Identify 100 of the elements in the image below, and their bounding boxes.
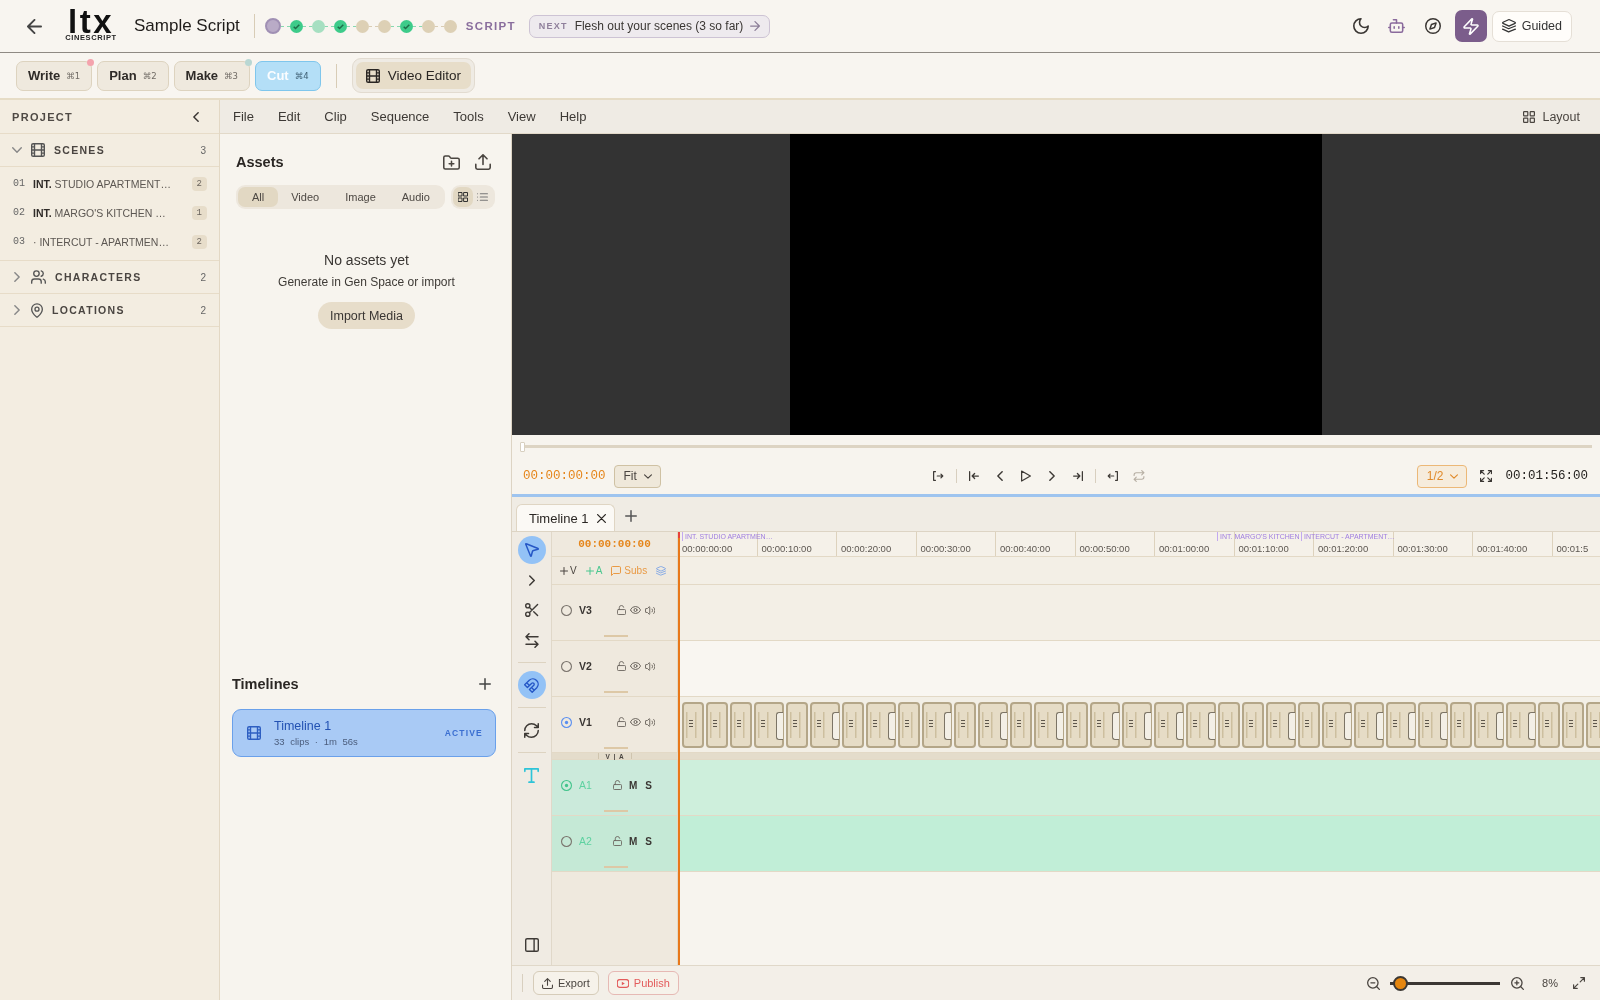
- export-button[interactable]: Export: [533, 971, 599, 995]
- video-editor-button[interactable]: Video Editor: [355, 62, 471, 89]
- lock-icon[interactable]: [613, 836, 622, 846]
- quick-action-button[interactable]: [1454, 10, 1487, 42]
- filter-tab[interactable]: Video: [278, 187, 333, 207]
- mute-button[interactable]: M: [629, 835, 638, 847]
- mode-tab[interactable]: Make ⌘3: [173, 60, 251, 91]
- timeline-card[interactable]: Timeline 1 33 clips · 1m 56s ACTIVE: [232, 709, 496, 757]
- target-circle-icon[interactable]: [561, 716, 572, 728]
- video-clip[interactable]: [1242, 701, 1264, 748]
- menu-item[interactable]: Sequence: [358, 99, 442, 134]
- step-dot-icon[interactable]: [311, 19, 325, 33]
- video-clip[interactable]: [730, 701, 752, 748]
- video-clip[interactable]: [1386, 701, 1416, 748]
- speaker-icon[interactable]: [645, 661, 655, 671]
- menu-item[interactable]: File: [220, 99, 266, 134]
- select-tool-button[interactable]: [517, 536, 546, 564]
- video-clip[interactable]: [1506, 701, 1536, 748]
- video-clip[interactable]: [1450, 701, 1472, 748]
- speaker-icon[interactable]: [645, 717, 655, 727]
- video-clip[interactable]: [1322, 701, 1352, 748]
- track-resize-handle[interactable]: [604, 747, 628, 749]
- step-dot-icon[interactable]: [355, 19, 369, 33]
- step-dot-icon[interactable]: [264, 18, 281, 34]
- mode-tab[interactable]: Cut ⌘4: [255, 60, 321, 91]
- menu-item[interactable]: Help: [547, 99, 599, 134]
- layout-button[interactable]: Layout: [1523, 109, 1580, 124]
- check-circle-icon[interactable]: [289, 19, 303, 33]
- video-clip[interactable]: [706, 701, 728, 748]
- video-clip[interactable]: [898, 701, 920, 748]
- video-clip[interactable]: [1562, 701, 1584, 748]
- video-clip[interactable]: [1090, 701, 1120, 748]
- track-resize-handle[interactable]: [604, 810, 628, 812]
- eye-icon[interactable]: [630, 718, 641, 726]
- add-video-track-button[interactable]: V: [560, 565, 577, 576]
- video-clip[interactable]: [842, 701, 864, 748]
- target-circle-icon[interactable]: [561, 660, 572, 672]
- filter-tab[interactable]: Image: [332, 187, 389, 207]
- video-clip[interactable]: [954, 701, 976, 748]
- video-clip[interactable]: [1154, 701, 1184, 748]
- filter-tab[interactable]: All: [238, 187, 279, 207]
- filter-tab[interactable]: Audio: [388, 187, 443, 207]
- video-clip[interactable]: [1186, 701, 1216, 748]
- step-dot-icon[interactable]: [443, 19, 457, 33]
- target-circle-icon[interactable]: [561, 604, 572, 616]
- mute-button[interactable]: M: [629, 779, 638, 791]
- check-circle-icon[interactable]: [399, 19, 413, 33]
- lock-icon[interactable]: [617, 661, 626, 671]
- lock-icon[interactable]: [617, 717, 626, 727]
- video-clip[interactable]: [754, 701, 784, 748]
- video-clip[interactable]: [1218, 701, 1240, 748]
- timeline-tab[interactable]: Timeline 1: [516, 504, 616, 531]
- video-clip[interactable]: [1538, 701, 1560, 748]
- magnet-tool-button[interactable]: [517, 671, 546, 699]
- import-media-button[interactable]: Import Media: [318, 302, 415, 329]
- video-clip[interactable]: [682, 701, 704, 748]
- video-clip[interactable]: [978, 701, 1008, 748]
- track-resize-handle[interactable]: [604, 866, 628, 868]
- scene-title[interactable]: · INTERCUT - APARTMEN…: [33, 235, 169, 248]
- video-clip[interactable]: [1010, 701, 1032, 748]
- menu-item[interactable]: Edit: [265, 99, 313, 134]
- menu-item[interactable]: View: [495, 99, 548, 134]
- zoom-slider-thumb[interactable]: [1392, 975, 1408, 991]
- menu-item[interactable]: Clip: [312, 99, 359, 134]
- next-step-button[interactable]: NEXT Flesh out your scenes (3 so far): [528, 14, 771, 38]
- section-header[interactable]: CHARACTERS 2: [0, 261, 219, 293]
- eye-icon[interactable]: [630, 662, 641, 670]
- video-clip[interactable]: [810, 701, 840, 748]
- lock-icon[interactable]: [617, 605, 626, 615]
- video-clip[interactable]: [1034, 701, 1064, 748]
- video-clip[interactable]: [1266, 701, 1296, 748]
- video-clip[interactable]: [1298, 701, 1320, 748]
- speaker-icon[interactable]: [645, 605, 655, 615]
- check-circle-icon[interactable]: [333, 19, 347, 33]
- scrubber-handle[interactable]: [520, 441, 525, 452]
- section-header[interactable]: LOCATIONS 2: [0, 294, 219, 326]
- video-clip[interactable]: [866, 701, 896, 748]
- grid-view-button[interactable]: [452, 187, 473, 207]
- menu-item[interactable]: Tools: [441, 99, 496, 134]
- scene-title[interactable]: INT. MARGO'S KITCHEN …: [33, 206, 166, 219]
- eye-icon[interactable]: [630, 606, 641, 614]
- mode-tab[interactable]: Plan ⌘2: [97, 60, 169, 91]
- video-clip[interactable]: [1474, 701, 1504, 748]
- video-clip[interactable]: [786, 701, 808, 748]
- target-circle-icon[interactable]: [561, 835, 572, 847]
- video-clip[interactable]: [1066, 701, 1088, 748]
- close-icon[interactable]: [597, 513, 607, 523]
- video-clip[interactable]: [1122, 701, 1152, 748]
- video-clip[interactable]: [922, 701, 952, 748]
- track-resize-handle[interactable]: [604, 635, 628, 637]
- step-dot-icon[interactable]: [377, 19, 391, 33]
- mode-tab[interactable]: Write ⌘1: [16, 60, 93, 91]
- lock-icon[interactable]: [613, 780, 622, 790]
- video-clip[interactable]: [1418, 701, 1448, 748]
- step-dot-icon[interactable]: [421, 19, 435, 33]
- solo-button[interactable]: S: [645, 779, 652, 791]
- guided-mode-button[interactable]: Guided: [1491, 10, 1572, 42]
- video-clip[interactable]: [1354, 701, 1384, 748]
- section-header[interactable]: SCENES 3: [0, 134, 219, 166]
- scene-title[interactable]: INT. STUDIO APARTMENT…: [33, 177, 171, 190]
